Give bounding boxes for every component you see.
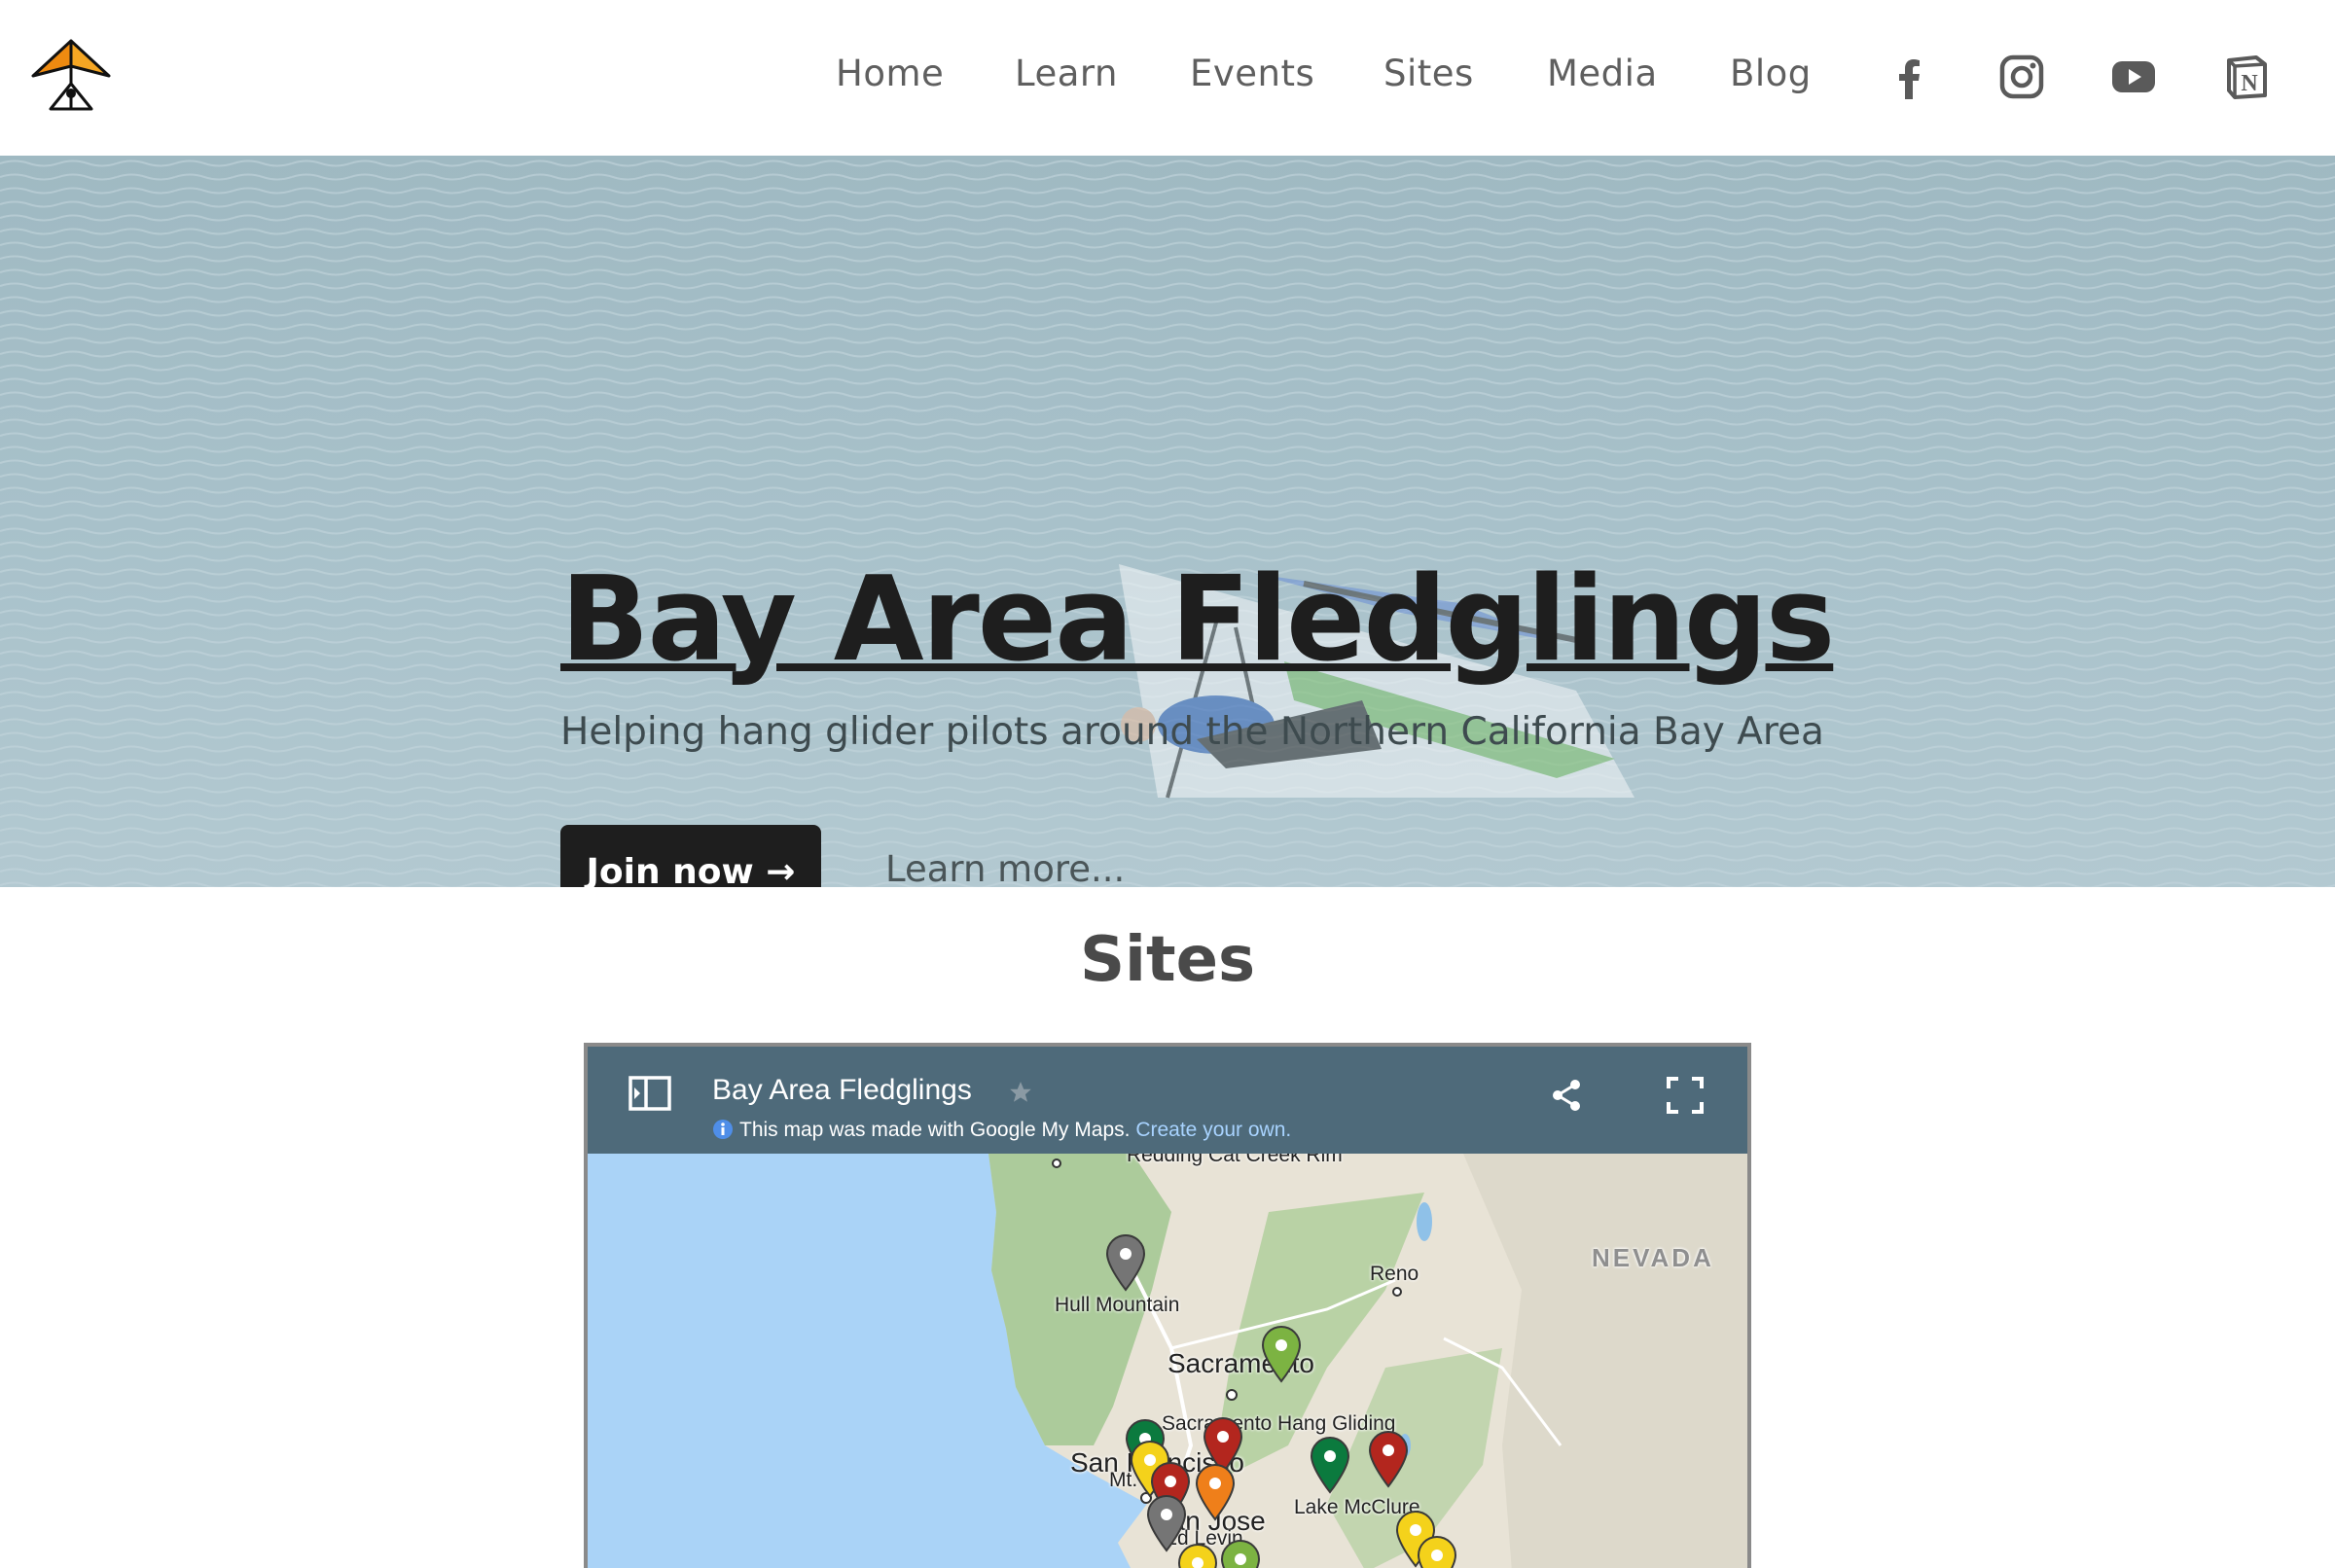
- nav-media[interactable]: Media: [1547, 53, 1658, 94]
- map-pin-site[interactable]: [1218, 1539, 1263, 1568]
- map-label-reno: Reno: [1370, 1263, 1419, 1285]
- notion-icon[interactable]: N: [2224, 54, 2269, 99]
- learn-more-link[interactable]: Learn more...: [885, 848, 1125, 887]
- star-icon[interactable]: [1008, 1080, 1033, 1105]
- hero-subtitle: Helping hang glider pilots around the No…: [560, 710, 1824, 754]
- hero-background-image: [0, 156, 2335, 887]
- map-legend-toggle-icon[interactable]: [629, 1076, 671, 1111]
- youtube-icon[interactable]: [2111, 54, 2156, 99]
- map-header-bar: Bay Area Fledglings This map was made wi…: [588, 1047, 1747, 1154]
- map-pin-site[interactable]: [1415, 1535, 1459, 1568]
- map-pin-site[interactable]: [1193, 1463, 1238, 1521]
- nav-home[interactable]: Home: [836, 53, 944, 94]
- map-pin-lake-mcclure[interactable]: [1308, 1436, 1352, 1494]
- nav-blog[interactable]: Blog: [1730, 53, 1812, 94]
- hero-section: Bay Area Fledglings Helping hang glider …: [0, 156, 2335, 887]
- nav-learn[interactable]: Learn: [1015, 53, 1118, 94]
- map-pin-site[interactable]: [1366, 1430, 1411, 1488]
- info-icon: [713, 1120, 733, 1139]
- map-pin-site[interactable]: [1175, 1543, 1220, 1568]
- share-icon[interactable]: [1549, 1078, 1584, 1113]
- map-title: Bay Area Fledglings: [712, 1074, 972, 1106]
- nav-events[interactable]: Events: [1190, 53, 1314, 94]
- map-pin-sacramento-hang-gliding[interactable]: [1259, 1325, 1304, 1383]
- svg-text:N: N: [2241, 71, 2258, 96]
- map-canvas[interactable]: Redding Cat Creek Rim Hull Mountain Reno…: [588, 1144, 1747, 1568]
- map-label-sacramento-hang-gliding: Sacramento Hang Gliding: [1162, 1412, 1396, 1435]
- nav-sites[interactable]: Sites: [1383, 53, 1474, 94]
- create-your-own-link[interactable]: Create your own.: [1135, 1119, 1291, 1141]
- map-pin-hull-mountain[interactable]: [1103, 1233, 1148, 1292]
- facebook-icon[interactable]: [1887, 54, 1932, 99]
- join-now-button[interactable]: Join now →: [560, 825, 821, 887]
- site-header: Home Learn Events Sites Media Blog N: [0, 0, 2335, 156]
- hang-glider-logo-icon[interactable]: [27, 37, 115, 117]
- fullscreen-icon[interactable]: [1666, 1076, 1705, 1115]
- instagram-icon[interactable]: [1999, 54, 2044, 99]
- map-info-line: This map was made with Google My Maps. C…: [712, 1119, 1291, 1142]
- sites-heading: Sites: [1079, 924, 1256, 996]
- map-label-nevada: NEVADA: [1592, 1243, 1714, 1272]
- map-info-text: This map was made with Google My Maps.: [739, 1119, 1131, 1141]
- map-label-hull-mountain: Hull Mountain: [1055, 1294, 1180, 1316]
- embedded-map[interactable]: Bay Area Fledglings This map was made wi…: [584, 1043, 1751, 1568]
- hero-title[interactable]: Bay Area Fledglings: [560, 552, 1835, 688]
